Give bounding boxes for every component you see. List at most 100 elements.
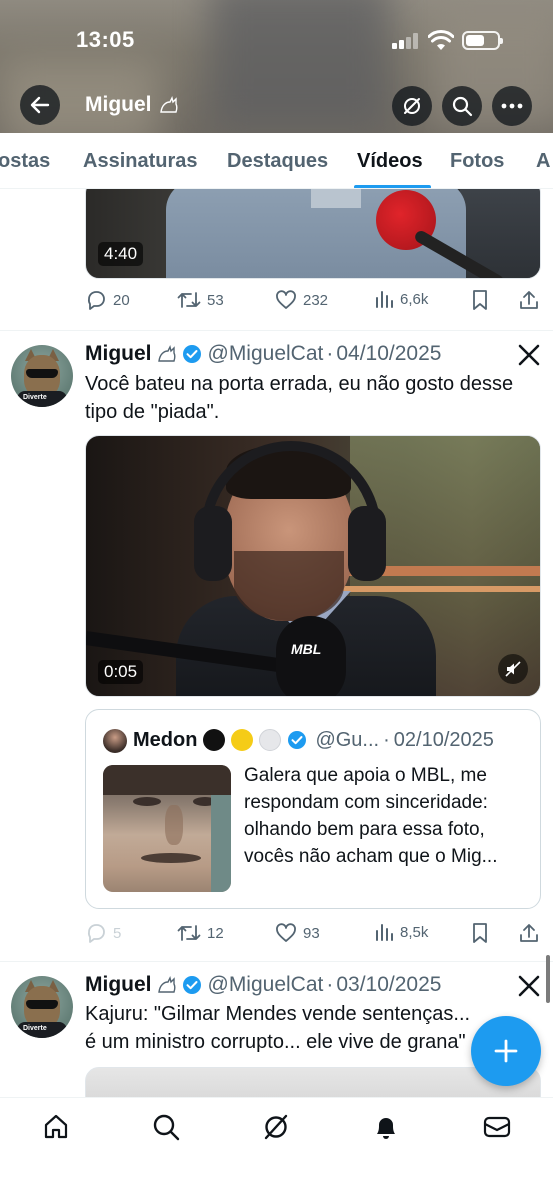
plus-icon	[494, 1039, 518, 1063]
tweet-text: Você bateu na porta errada, eu não gosto…	[85, 373, 514, 423]
tab-fotos[interactable]: Fotos	[450, 150, 504, 173]
ellipsis-icon	[501, 103, 523, 109]
like-count: 232	[303, 291, 329, 309]
repost-icon	[177, 292, 201, 308]
more-options-button[interactable]	[492, 86, 532, 126]
bookmark-button[interactable]	[470, 289, 490, 311]
author-name[interactable]: Miguel	[85, 342, 152, 366]
x-logo-icon	[518, 975, 540, 997]
quoted-avatar	[103, 729, 127, 753]
verified-badge-icon	[288, 731, 307, 749]
avatar-shirt-text: Diverte	[23, 394, 47, 401]
search-icon	[452, 96, 473, 117]
status-bar: 13:05	[0, 0, 553, 80]
mute-button[interactable]	[498, 654, 528, 684]
reply-count: 20	[113, 291, 130, 309]
share-icon	[520, 924, 538, 942]
quoted-text: Galera que apoia o MBL, me respondam com…	[244, 765, 498, 867]
nav-search[interactable]	[151, 1112, 181, 1142]
quoted-tweet-date: 02/10/2025	[393, 728, 494, 751]
verified-badge-icon	[182, 976, 201, 994]
tab-destaques[interactable]: Destaques	[227, 150, 328, 173]
views-count: 6,6k	[400, 290, 429, 308]
nav-grok[interactable]	[261, 1112, 291, 1142]
x-logo-icon	[518, 344, 540, 366]
nav-notifications[interactable]	[371, 1112, 401, 1142]
timeline[interactable]: 4:40 20 53 232 6,6k Diverte Miguel @Migu…	[0, 189, 553, 1097]
tweet-actions: 20 53 232 6,6k	[85, 289, 541, 315]
heart-icon	[276, 923, 296, 942]
author-handle[interactable]: @MiguelCat	[208, 342, 324, 366]
like-button[interactable]: 232	[275, 289, 328, 311]
tweet-video[interactable]: 4:40	[85, 189, 541, 279]
profile-tabs: ostas Assinaturas Destaques Vídeos Fotos…	[0, 133, 553, 189]
profile-banner: 13:05 Miguel	[0, 0, 553, 133]
reply-icon	[87, 291, 105, 310]
tab-videos[interactable]: Vídeos	[357, 150, 423, 173]
scroll-indicator[interactable]	[546, 955, 550, 1003]
views-icon	[376, 291, 393, 308]
cat-emoji-icon	[157, 975, 175, 993]
tweet-divider	[0, 961, 553, 962]
grok-icon	[404, 98, 420, 114]
repost-button[interactable]: 53	[177, 289, 224, 311]
grok-icon	[264, 1114, 288, 1140]
black-circle-icon	[203, 729, 226, 751]
tweet-header: Miguel @MiguelCat · 03/10/2025	[85, 973, 442, 997]
grok-button[interactable]	[392, 86, 432, 126]
nav-messages[interactable]	[482, 1112, 512, 1142]
tweet-text: Kajuru: "Gilmar Mendes vende sentenças..…	[85, 1003, 471, 1053]
reply-count: 5	[113, 924, 122, 942]
tab-assinaturas[interactable]: Assinaturas	[83, 150, 198, 173]
avatar[interactable]: Diverte	[11, 976, 73, 1038]
video-duration: 0:05	[98, 660, 144, 684]
like-count: 93	[303, 924, 320, 942]
tweet-header: Miguel @MiguelCat · 04/10/2025	[85, 342, 442, 366]
tweet-date[interactable]: 04/10/2025	[336, 342, 441, 366]
tweet-date[interactable]: 03/10/2025	[336, 973, 441, 997]
quoted-tweet[interactable]: Medon @Gu... · 02/10/2025 Galera que apo…	[85, 709, 541, 909]
views-button[interactable]: 8,5k	[374, 922, 428, 942]
heart-icon	[276, 290, 296, 309]
avatar[interactable]: Diverte	[11, 345, 73, 407]
bell-icon	[377, 1118, 395, 1139]
reply-icon	[87, 924, 105, 943]
compose-button[interactable]	[471, 1016, 541, 1086]
home-icon	[44, 1114, 68, 1139]
repost-count: 12	[207, 924, 224, 942]
quoted-author-handle: @Gu...	[315, 728, 380, 751]
views-count: 8,5k	[400, 923, 429, 941]
bookmark-icon	[473, 290, 487, 310]
reply-button[interactable]: 20	[85, 289, 130, 311]
tab-articles[interactable]: A	[536, 150, 550, 173]
repost-button[interactable]: 12	[177, 922, 224, 944]
profile-name: Miguel	[85, 93, 152, 116]
cat-emoji-icon	[157, 344, 175, 362]
nav-home[interactable]	[41, 1112, 71, 1142]
like-button[interactable]: 93	[275, 922, 320, 944]
quoted-header: Medon @Gu... · 02/10/2025	[133, 728, 494, 751]
bookmark-icon	[473, 923, 487, 943]
tab-respostas[interactable]: ostas	[0, 150, 50, 173]
tweet-video[interactable]: MBL 0:05	[85, 435, 541, 697]
author-name[interactable]: Miguel	[85, 973, 152, 997]
reply-button[interactable]: 5	[85, 922, 121, 944]
speaker-muted-icon	[505, 661, 521, 677]
quoted-author-name: Medon	[133, 728, 198, 751]
share-button[interactable]	[518, 289, 540, 311]
views-button[interactable]: 6,6k	[374, 289, 428, 309]
white-circle-icon	[259, 729, 282, 751]
author-handle[interactable]: @MiguelCat	[208, 973, 324, 997]
share-button[interactable]	[518, 922, 540, 944]
bookmark-button[interactable]	[470, 922, 490, 944]
wifi-icon	[427, 29, 455, 51]
back-button[interactable]	[20, 85, 60, 125]
tweet-media[interactable]	[85, 1067, 541, 1097]
search-button[interactable]	[442, 86, 482, 126]
share-icon	[520, 291, 538, 309]
arrow-left-icon	[30, 96, 50, 114]
cat-emoji-icon	[159, 95, 177, 113]
yellow-circle-icon	[231, 729, 254, 751]
verified-badge-icon	[182, 345, 201, 363]
video-duration: 4:40	[98, 242, 144, 266]
